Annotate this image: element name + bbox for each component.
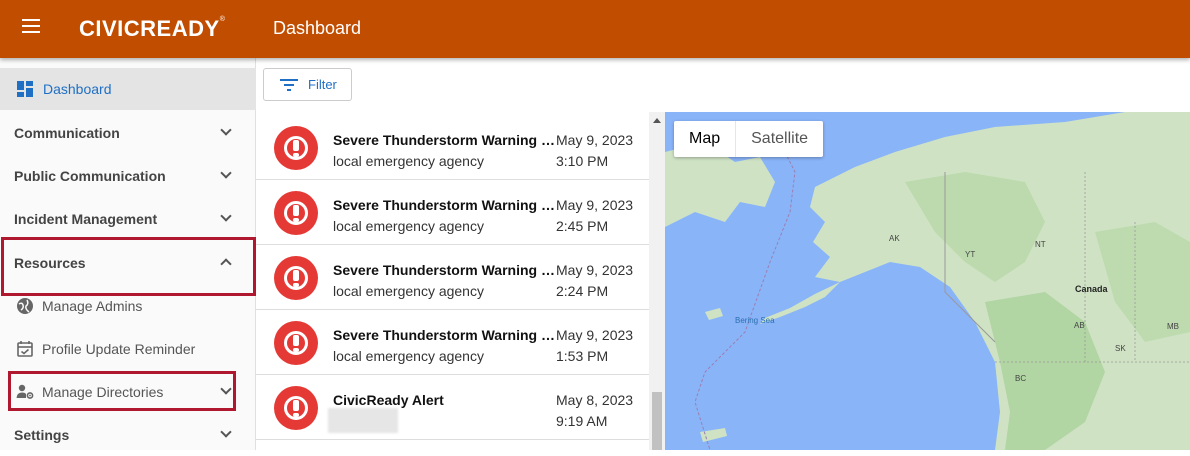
sidebar: Dashboard Communication Public Communica…	[0, 58, 256, 450]
chevron-down-icon	[220, 167, 232, 179]
map-label-ab: AB	[1074, 321, 1085, 330]
logo: CIVICREADY®	[79, 16, 225, 42]
alert-title: Severe Thunderstorm Warning is…	[333, 327, 555, 343]
alert-sender: local emergency agency	[333, 283, 484, 299]
alert-title: CivicReady Alert	[333, 392, 444, 408]
scroll-thumb[interactable]	[652, 392, 662, 450]
sidebar-item-public-communication[interactable]: Public Communication	[0, 155, 256, 197]
alert-time: 1:53 PM	[556, 348, 609, 364]
alert-date: May 9, 2023	[556, 197, 634, 213]
alert-time: 3:10 PM	[556, 153, 609, 169]
alert-title: Severe Thunderstorm Warning is…	[333, 197, 555, 213]
alert-item[interactable]: Severe Thunderstorm Warning is… local em…	[256, 245, 649, 310]
hamburger-menu-icon[interactable]	[22, 19, 40, 33]
dashboard-icon	[17, 81, 33, 97]
map-label-canada: Canada	[1075, 284, 1108, 294]
alert-warning-icon	[274, 386, 318, 430]
sidebar-item-profile-update-reminder[interactable]: Profile Update Reminder	[0, 328, 256, 370]
highlight-box-resources	[1, 237, 256, 296]
alert-item[interactable]: Severe Thunderstorm Warning is… local em…	[256, 310, 649, 375]
alert-date: May 9, 2023	[556, 262, 634, 278]
map-view[interactable]: Map Satellite AK YT NT BC AB SK MB Canad…	[665, 112, 1190, 450]
map-label-yt: YT	[965, 250, 976, 259]
alert-sender: local emergency agency	[333, 153, 484, 169]
sidebar-item-label: Public Communication	[14, 168, 166, 184]
top-app-bar: CIVICREADY® Dashboard	[0, 0, 1190, 58]
alert-sender: local emergency agency	[333, 218, 484, 234]
logo-mark: ®	[219, 16, 226, 23]
alert-title: Severe Thunderstorm Warning is…	[333, 132, 555, 148]
map-canvas	[665, 112, 1190, 450]
alert-warning-icon	[274, 321, 318, 365]
sidebar-item-label: Settings	[14, 427, 70, 443]
map-label-nt: NT	[1035, 240, 1046, 249]
sidebar-item-label: Communication	[14, 125, 120, 141]
sidebar-item-dashboard[interactable]: Dashboard	[0, 68, 256, 110]
map-label-mb: MB	[1167, 322, 1179, 331]
alert-date: May 9, 2023	[556, 327, 634, 343]
toolbar: Filter	[263, 68, 352, 101]
satellite-button[interactable]: Satellite	[735, 121, 823, 157]
chevron-down-icon	[220, 426, 232, 438]
alert-time: 2:24 PM	[556, 283, 609, 299]
alert-warning-icon	[274, 126, 318, 170]
map-label-sk: SK	[1115, 344, 1126, 353]
redacted-sender	[328, 408, 398, 433]
map-button[interactable]: Map	[674, 121, 735, 157]
alert-time: 2:45 PM	[556, 218, 609, 234]
chevron-down-icon	[220, 124, 232, 136]
alert-sender: local emergency agency	[333, 348, 484, 364]
sidebar-item-label: Dashboard	[43, 81, 112, 97]
alert-item[interactable]: Severe Thunderstorm Warning is… local em…	[256, 180, 649, 245]
map-label-bc: BC	[1015, 374, 1027, 383]
chevron-down-icon	[220, 210, 232, 222]
alert-date: May 8, 2023	[556, 392, 634, 408]
alert-title: Severe Thunderstorm Warning is…	[333, 262, 555, 278]
sidebar-item-communication[interactable]: Communication	[0, 112, 256, 154]
calendar-check-icon	[17, 341, 33, 357]
scroll-up-arrow-icon[interactable]	[653, 118, 661, 123]
alert-warning-icon	[274, 256, 318, 300]
logo-text: CIVICREADY	[79, 16, 220, 41]
alert-list: Severe Thunderstorm Warning is… local em…	[256, 112, 649, 450]
map-label-ak: AK	[889, 234, 900, 243]
highlight-box-manage-directories	[8, 371, 236, 411]
alert-item[interactable]: Severe Thunderstorm Warning is… local em…	[256, 115, 649, 180]
alert-date: May 9, 2023	[556, 132, 634, 148]
alert-list-scrollbar[interactable]	[649, 112, 665, 450]
sidebar-item-label: Manage Admins	[42, 298, 143, 314]
sidebar-item-label: Profile Update Reminder	[42, 341, 196, 357]
page-title: Dashboard	[273, 18, 362, 38]
sidebar-item-label: Incident Management	[14, 211, 158, 227]
filter-button[interactable]: Filter	[263, 68, 352, 101]
alert-warning-icon	[274, 191, 318, 235]
sidebar-item-incident-management[interactable]: Incident Management	[0, 198, 256, 240]
filter-icon	[280, 78, 298, 91]
alert-time: 9:19 AM	[556, 413, 608, 429]
filter-label: Filter	[308, 77, 337, 92]
alert-item[interactable]: CivicReady Alert May 8, 2023 9:19 AM	[256, 375, 649, 440]
map-label-bering-sea: Bering Sea	[735, 316, 775, 325]
map-type-toggle: Map Satellite	[674, 121, 824, 157]
globe-icon	[17, 298, 33, 314]
